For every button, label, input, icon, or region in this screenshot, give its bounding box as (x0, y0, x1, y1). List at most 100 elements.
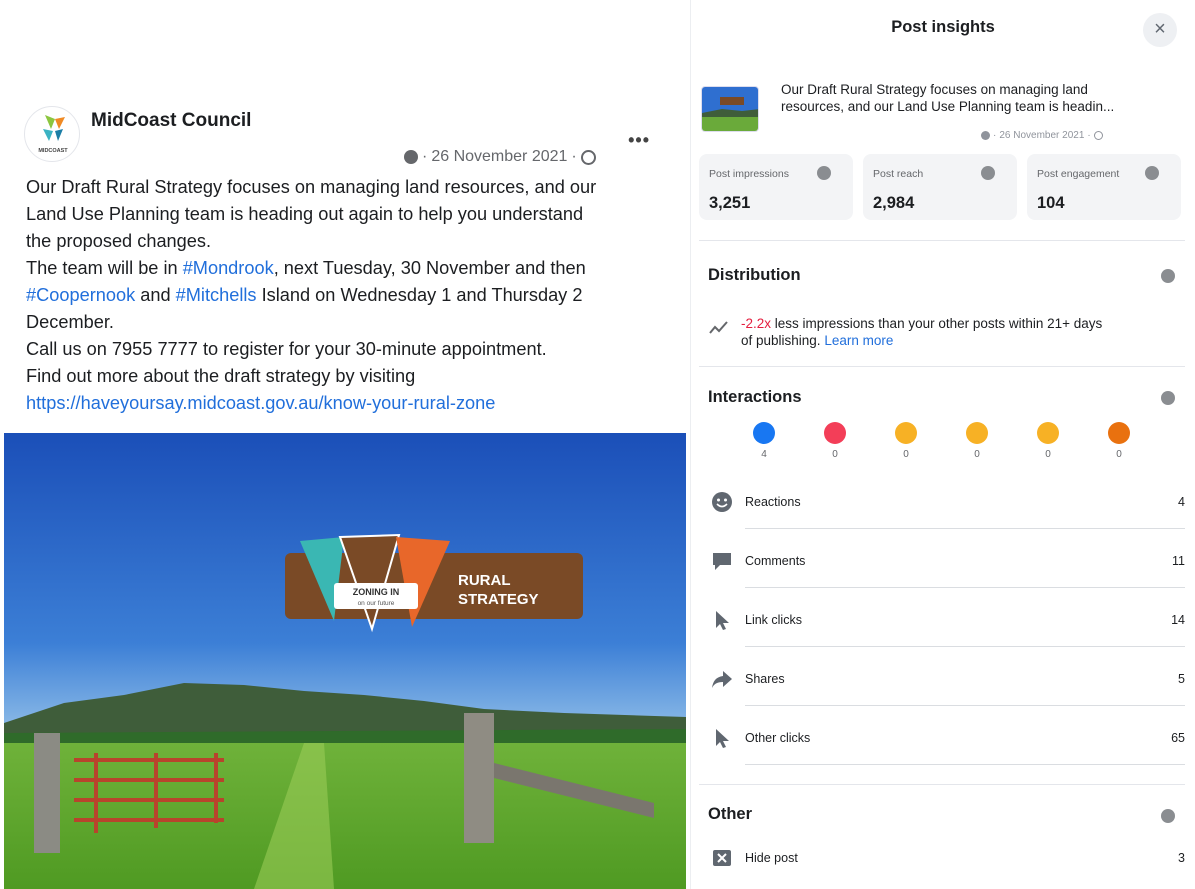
reaction-wow: 0 (960, 422, 994, 460)
info-icon[interactable] (817, 166, 831, 180)
middot: · (993, 130, 997, 141)
close-button[interactable]: × (1143, 13, 1177, 47)
row-other-clicks[interactable]: Other clicks 65 (711, 721, 1185, 765)
svg-text:RURAL: RURAL (458, 572, 511, 589)
metric-post-impressions: Post impressions 3,251 (699, 154, 853, 220)
haha-icon (895, 422, 917, 444)
text: of publishing. (741, 333, 825, 348)
reaction-love: 0 (818, 422, 852, 460)
hashtag-coopernook[interactable]: #Coopernook (26, 285, 135, 305)
reaction-angry: 0 (1102, 422, 1136, 460)
post-line: https://haveyoursay.midcoast.gov.au/know… (26, 390, 676, 417)
cursor-icon (716, 611, 729, 630)
row-label: Reactions (745, 495, 801, 509)
post-image[interactable]: ZONING IN on our future RURAL STRATEGY (4, 433, 686, 889)
post-line: Call us on 7955 7777 to register for you… (26, 336, 676, 363)
post-meta: · 26 November 2021 · (404, 148, 596, 166)
divider (745, 646, 1185, 647)
svg-text:MIDCOAST: MIDCOAST (38, 148, 68, 154)
info-icon[interactable] (1161, 391, 1175, 405)
divider (699, 784, 1185, 785)
info-icon[interactable] (1161, 809, 1175, 823)
post-header: MIDCOAST MidCoast Council · 26 November … (24, 104, 666, 166)
metric-value: 3,251 (709, 194, 751, 212)
post-date[interactable]: 26 November 2021 (431, 148, 567, 166)
text: December. (26, 312, 114, 332)
love-icon (824, 422, 846, 444)
text: Island on Wednesday 1 and Thursday 2 (256, 285, 583, 305)
cursor-icon (716, 729, 729, 748)
wow-icon (966, 422, 988, 444)
summary-line: resources, and our Land Use Planning tea… (781, 99, 1115, 114)
summary-date: · 26 November 2021 · (981, 130, 1103, 141)
reaction-like: 4 (747, 422, 781, 460)
divider (745, 528, 1185, 529)
info-icon[interactable] (1145, 166, 1159, 180)
post-insights-panel: Post insights × Our Draft Rural Strategy… (690, 0, 1195, 889)
row-value: 3 (1178, 851, 1185, 865)
strategy-link[interactable]: https://haveyoursay.midcoast.gov.au/know… (26, 393, 495, 413)
row-comments[interactable]: Comments 11 (711, 544, 1185, 588)
globe-icon (580, 149, 596, 165)
info-dot-icon (404, 150, 418, 164)
row-shares[interactable]: Shares 5 (711, 662, 1185, 706)
summary-line: Our Draft Rural Strategy focuses on mana… (781, 82, 1088, 97)
post-line: The team will be in #Mondrook, next Tues… (26, 255, 676, 282)
avatar[interactable]: MIDCOAST (24, 106, 80, 162)
metric-label: Post impressions (709, 168, 789, 180)
middot: · (422, 148, 428, 165)
page-name[interactable]: MidCoast Council (91, 110, 251, 132)
reaction-count: 0 (974, 449, 980, 460)
learn-more-link[interactable]: Learn more (824, 333, 893, 348)
hashtag-mitchells[interactable]: #Mitchells (176, 285, 257, 305)
thumbnail-image (702, 87, 758, 131)
smiley-icon (712, 492, 732, 512)
share-icon (712, 671, 732, 688)
distribution-multiplier: -2.2x (741, 316, 772, 331)
comment-icon (713, 553, 731, 570)
other-title: Other (708, 805, 753, 823)
metric-value: 104 (1037, 194, 1065, 212)
text: less impressions than your other posts w… (771, 316, 1103, 331)
row-label: Hide post (745, 851, 798, 865)
post-line: the proposed changes. (26, 228, 676, 255)
info-icon[interactable] (1161, 269, 1175, 283)
divider (745, 587, 1185, 588)
row-reactions[interactable]: Reactions 4 (711, 485, 1185, 529)
row-value: 4 (1178, 495, 1185, 509)
like-icon (753, 422, 775, 444)
reaction-count: 0 (1045, 449, 1051, 460)
hashtag-mondrook[interactable]: #Mondrook (183, 258, 274, 278)
row-value: 11 (1172, 554, 1185, 568)
divider (699, 366, 1185, 367)
text: Our Draft Rural Strategy focuses on mana… (26, 177, 597, 197)
interactions-title: Interactions (708, 388, 802, 406)
distribution-title: Distribution (708, 266, 801, 284)
metric-post-reach: Post reach 2,984 (863, 154, 1017, 220)
metrics-row: Post impressions 3,251 Post reach 2,984 … (699, 154, 1181, 222)
info-icon[interactable] (981, 166, 995, 180)
row-link-clicks[interactable]: Link clicks 14 (711, 603, 1185, 647)
divider (699, 240, 1185, 241)
metric-label: Post engagement (1037, 168, 1120, 180)
row-label: Comments (745, 554, 806, 568)
globe-icon (1093, 131, 1103, 140)
svg-text:on our future: on our future (358, 600, 395, 607)
text: and (135, 285, 176, 305)
more-options-button[interactable]: ••• (628, 130, 650, 151)
svg-text:STRATEGY: STRATEGY (458, 591, 539, 608)
summary-date-text: 26 November 2021 (999, 130, 1085, 141)
hide-icon (713, 850, 731, 866)
metric-label: Post reach (873, 168, 924, 180)
sad-icon (1037, 422, 1059, 444)
text: the proposed changes. (26, 231, 212, 251)
text: Find out more about the draft strategy b… (26, 366, 416, 386)
row-hide-post[interactable]: Hide post 3 (711, 841, 1185, 879)
rural-landscape-image: ZONING IN on our future RURAL STRATEGY (4, 433, 686, 889)
post-summary: Our Draft Rural Strategy focuses on mana… (781, 81, 1181, 115)
post-line: December. (26, 309, 676, 336)
post-thumbnail[interactable] (701, 86, 759, 132)
angry-icon (1108, 422, 1130, 444)
middot: · (1087, 130, 1091, 141)
post-message: Our Draft Rural Strategy focuses on mana… (26, 174, 676, 417)
